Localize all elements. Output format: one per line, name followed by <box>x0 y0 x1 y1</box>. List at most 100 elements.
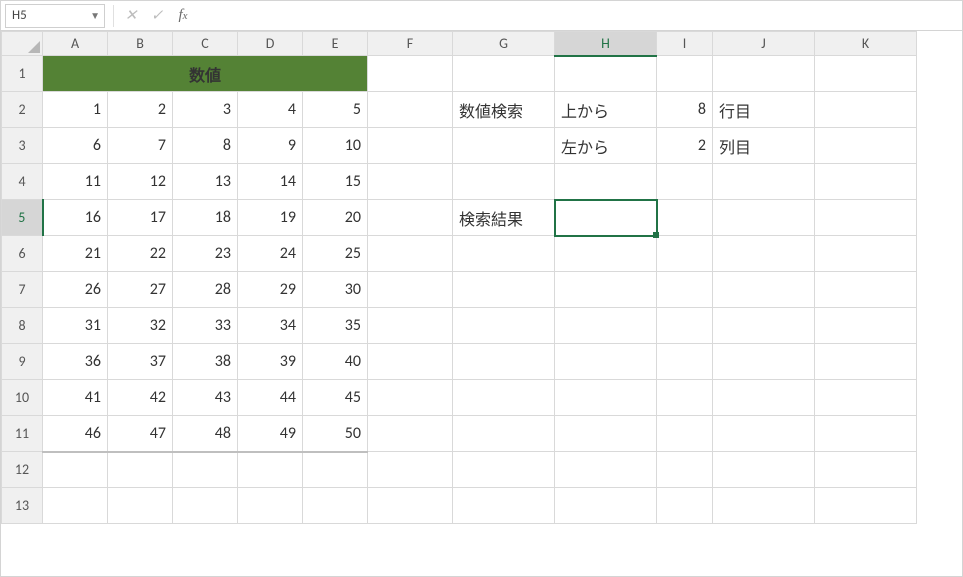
cell-K10[interactable] <box>815 380 917 416</box>
cell-A4[interactable]: 11 <box>43 164 108 200</box>
name-box-dropdown-icon[interactable]: ▼ <box>90 9 100 22</box>
cell-G3[interactable] <box>453 128 555 164</box>
cell-B6[interactable]: 22 <box>108 236 173 272</box>
cell-D12[interactable] <box>238 452 303 488</box>
cell-C3[interactable]: 8 <box>173 128 238 164</box>
cell-I8[interactable] <box>657 308 713 344</box>
row-header-6[interactable]: 6 <box>2 236 43 272</box>
formula-input[interactable] <box>196 4 962 28</box>
cell-D2[interactable]: 4 <box>238 92 303 128</box>
cell-E10[interactable]: 45 <box>303 380 368 416</box>
row-header-4[interactable]: 4 <box>2 164 43 200</box>
cell-G9[interactable] <box>453 344 555 380</box>
cell-A6[interactable]: 21 <box>43 236 108 272</box>
cell-E13[interactable] <box>303 488 368 524</box>
col-header-A[interactable]: A <box>43 32 108 56</box>
cell-J11[interactable] <box>713 416 815 452</box>
cell-K6[interactable] <box>815 236 917 272</box>
cell-H8[interactable] <box>555 308 657 344</box>
cell-F3[interactable] <box>368 128 453 164</box>
cell-D10[interactable]: 44 <box>238 380 303 416</box>
cell-I11[interactable] <box>657 416 713 452</box>
row-header-7[interactable]: 7 <box>2 272 43 308</box>
cell-K4[interactable] <box>815 164 917 200</box>
cell-K5[interactable] <box>815 200 917 236</box>
cell-C2[interactable]: 3 <box>173 92 238 128</box>
cell-A8[interactable]: 31 <box>43 308 108 344</box>
cell-E5[interactable]: 20 <box>303 200 368 236</box>
cell-K11[interactable] <box>815 416 917 452</box>
cell-C7[interactable]: 28 <box>173 272 238 308</box>
cell-C11[interactable]: 48 <box>173 416 238 452</box>
cell-J3[interactable]: 列目 <box>713 128 815 164</box>
cell-H3[interactable]: 左から <box>555 128 657 164</box>
cell-K12[interactable] <box>815 452 917 488</box>
cell-B13[interactable] <box>108 488 173 524</box>
cell-J8[interactable] <box>713 308 815 344</box>
name-box[interactable]: H5 ▼ <box>5 4 105 28</box>
cell-H5[interactable] <box>555 200 657 236</box>
cell-D13[interactable] <box>238 488 303 524</box>
cell-J2[interactable]: 行目 <box>713 92 815 128</box>
cell-E8[interactable]: 35 <box>303 308 368 344</box>
col-header-D[interactable]: D <box>238 32 303 56</box>
cell-K2[interactable] <box>815 92 917 128</box>
cell-D6[interactable]: 24 <box>238 236 303 272</box>
cell-E6[interactable]: 25 <box>303 236 368 272</box>
col-header-G[interactable]: G <box>453 32 555 56</box>
cell-I5[interactable] <box>657 200 713 236</box>
cell-A11[interactable]: 46 <box>43 416 108 452</box>
cell-I10[interactable] <box>657 380 713 416</box>
cell-G5[interactable]: 検索結果 <box>453 200 555 236</box>
cell-J1[interactable] <box>713 56 815 92</box>
row-header-8[interactable]: 8 <box>2 308 43 344</box>
cell-F13[interactable] <box>368 488 453 524</box>
cell-B2[interactable]: 2 <box>108 92 173 128</box>
cell-G8[interactable] <box>453 308 555 344</box>
cell-K7[interactable] <box>815 272 917 308</box>
cell-A9[interactable]: 36 <box>43 344 108 380</box>
col-header-F[interactable]: F <box>368 32 453 56</box>
merged-header-cell[interactable]: 数値 <box>43 56 368 92</box>
cell-F12[interactable] <box>368 452 453 488</box>
row-header-2[interactable]: 2 <box>2 92 43 128</box>
cell-G2[interactable]: 数値検索 <box>453 92 555 128</box>
select-all-corner[interactable] <box>2 32 43 56</box>
col-header-C[interactable]: C <box>173 32 238 56</box>
col-header-H[interactable]: H <box>555 32 657 56</box>
cell-F2[interactable] <box>368 92 453 128</box>
cell-G7[interactable] <box>453 272 555 308</box>
cell-I6[interactable] <box>657 236 713 272</box>
cell-G10[interactable] <box>453 380 555 416</box>
cell-H9[interactable] <box>555 344 657 380</box>
cell-K13[interactable] <box>815 488 917 524</box>
cell-A2[interactable]: 1 <box>43 92 108 128</box>
row-header-1[interactable]: 1 <box>2 56 43 92</box>
cell-F5[interactable] <box>368 200 453 236</box>
fx-icon[interactable]: fx <box>170 4 196 28</box>
cell-H10[interactable] <box>555 380 657 416</box>
col-header-J[interactable]: J <box>713 32 815 56</box>
cell-C8[interactable]: 33 <box>173 308 238 344</box>
cell-E2[interactable]: 5 <box>303 92 368 128</box>
cell-J5[interactable] <box>713 200 815 236</box>
cell-J10[interactable] <box>713 380 815 416</box>
cell-H4[interactable] <box>555 164 657 200</box>
cell-I7[interactable] <box>657 272 713 308</box>
cell-C9[interactable]: 38 <box>173 344 238 380</box>
cell-F7[interactable] <box>368 272 453 308</box>
cell-F9[interactable] <box>368 344 453 380</box>
cell-I3[interactable]: 2 <box>657 128 713 164</box>
cell-I4[interactable] <box>657 164 713 200</box>
cell-I12[interactable] <box>657 452 713 488</box>
col-header-I[interactable]: I <box>657 32 713 56</box>
cell-K8[interactable] <box>815 308 917 344</box>
row-header-9[interactable]: 9 <box>2 344 43 380</box>
cell-E12[interactable] <box>303 452 368 488</box>
cell-D3[interactable]: 9 <box>238 128 303 164</box>
cell-E7[interactable]: 30 <box>303 272 368 308</box>
cell-F1[interactable] <box>368 56 453 92</box>
cell-J7[interactable] <box>713 272 815 308</box>
cell-D9[interactable]: 39 <box>238 344 303 380</box>
cell-J9[interactable] <box>713 344 815 380</box>
